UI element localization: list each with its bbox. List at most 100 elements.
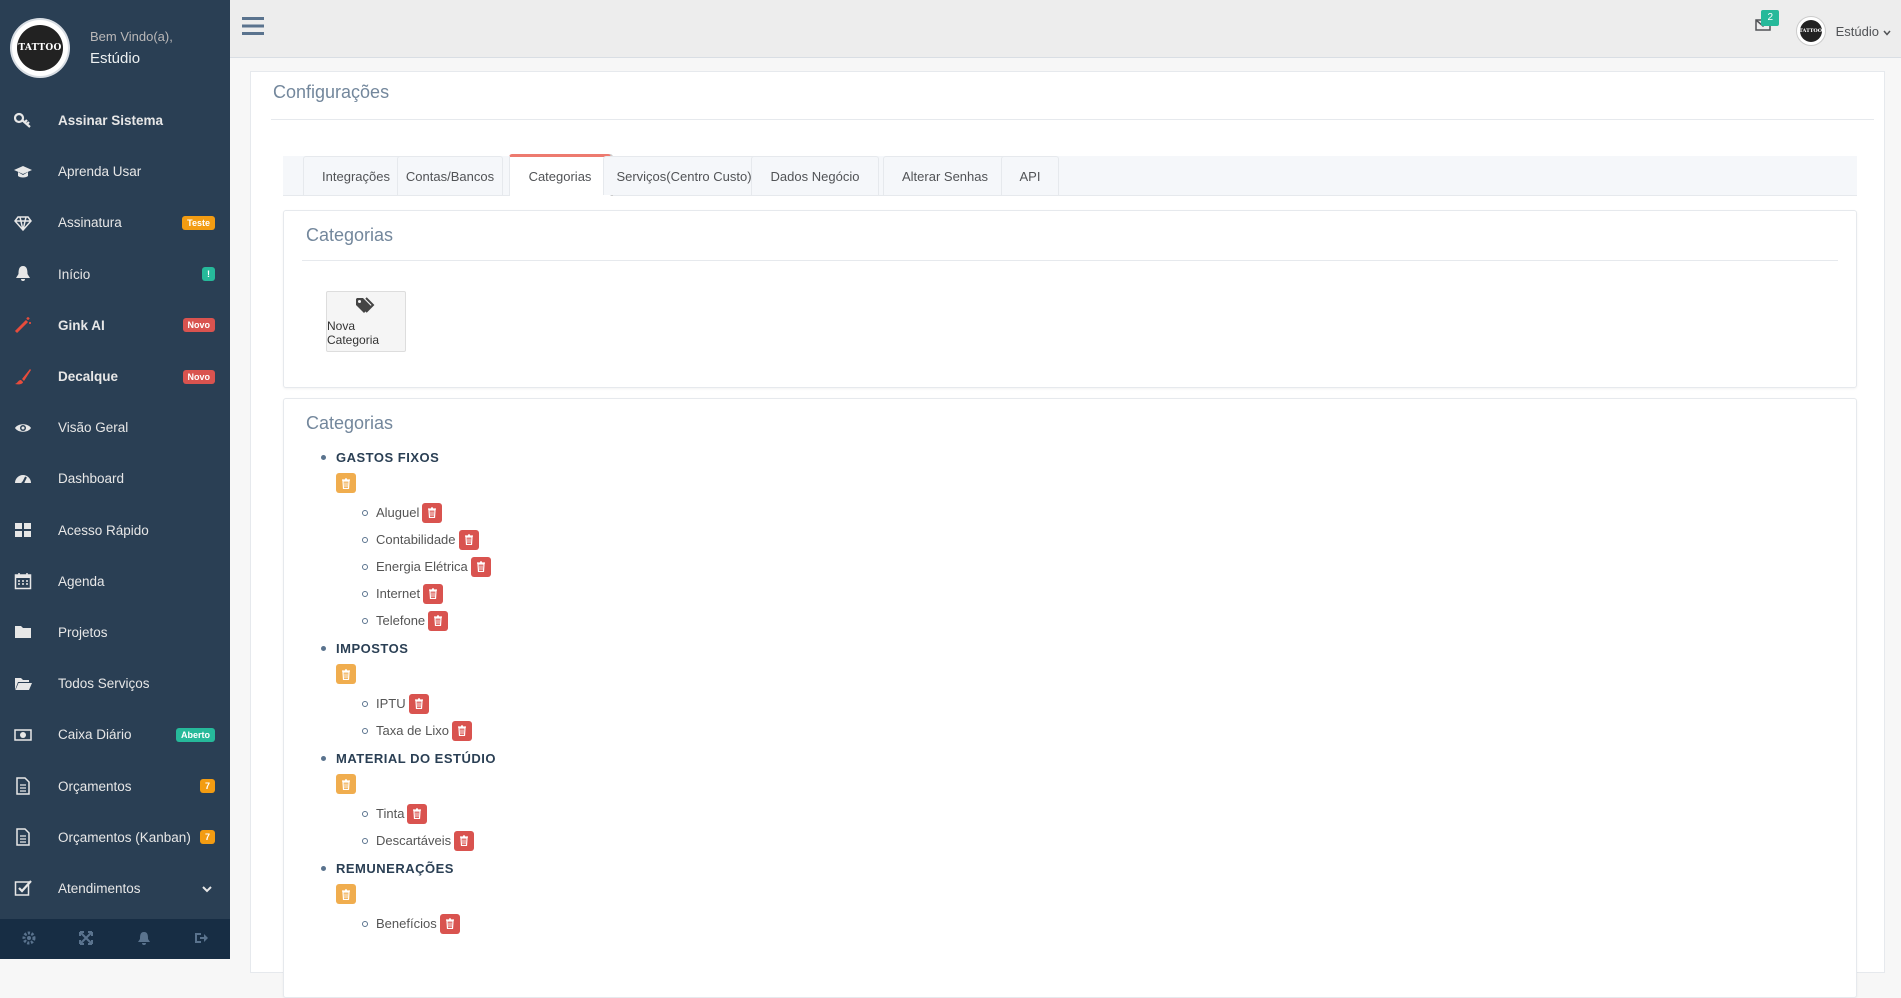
- trash-icon: [476, 561, 486, 572]
- sidebar-item-label: Projetos: [58, 624, 108, 640]
- sidebar-item-dashboard[interactable]: Dashboard: [0, 453, 230, 504]
- sidebar-item-gink-ai[interactable]: Gink AI Novo: [0, 300, 230, 351]
- sidebar-item-atendimentos[interactable]: Atendimentos: [0, 863, 230, 914]
- sidebar-item-assinatura[interactable]: Assinatura Teste: [0, 197, 230, 248]
- sidebar-item-caixa-diario[interactable]: Caixa Diário Aberto: [0, 709, 230, 760]
- trash-icon: [445, 918, 455, 929]
- bell-icon[interactable]: [136, 930, 152, 949]
- gear-icon[interactable]: [21, 930, 37, 949]
- diamond-icon: [14, 214, 44, 232]
- delete-subcategory-button[interactable]: [452, 720, 472, 741]
- delete-subcategory-button[interactable]: [408, 693, 429, 714]
- trash-icon: [341, 888, 351, 900]
- tab-alterar-senhas[interactable]: Alterar Senhas: [883, 156, 1007, 195]
- tags-icon: [356, 296, 375, 313]
- delete-category-button[interactable]: [336, 664, 356, 684]
- sidebar-item-agenda[interactable]: Agenda: [0, 556, 230, 607]
- fullscreen-icon[interactable]: [78, 930, 94, 949]
- menu-toggle-icon[interactable]: [242, 16, 264, 39]
- key-icon: [14, 112, 44, 130]
- category-group: GASTOS FIXOS Aluguel Contabilidade Energia …: [312, 449, 496, 634]
- sidebar-item-aprenda-usar[interactable]: Aprenda Usar: [0, 146, 230, 197]
- eye-icon: [14, 419, 44, 437]
- delete-subcategory-button[interactable]: [422, 502, 443, 523]
- trash-icon: [464, 534, 474, 545]
- file-text-icon: [14, 828, 44, 846]
- list-item: Contabilidade: [346, 526, 496, 553]
- logout-icon[interactable]: [193, 930, 209, 949]
- file-text-icon: [14, 777, 44, 795]
- subcategory-name: Telefone: [376, 613, 426, 628]
- trash-icon: [341, 477, 351, 489]
- sidebar-item-inicio[interactable]: Início!: [0, 249, 230, 300]
- subcategory-list: Aluguel Contabilidade Energia Elétrica Inte…: [346, 499, 496, 634]
- avatar: TATTOO: [1795, 16, 1826, 46]
- status-badge: 7: [199, 830, 215, 845]
- divider: [302, 260, 1838, 261]
- subcategory-name: Energia Elétrica: [376, 559, 468, 574]
- sidebar-item-acesso-rapido[interactable]: Acesso Rápido: [0, 505, 230, 556]
- delete-category-button[interactable]: [336, 884, 356, 904]
- delete-subcategory-button[interactable]: [407, 803, 428, 824]
- divider: [271, 119, 1874, 120]
- trash-icon: [433, 615, 443, 626]
- sidebar-item-label: Assinar Sistema: [58, 113, 164, 129]
- check-square-icon: [14, 879, 44, 897]
- sidebar-item-visao-geral[interactable]: Visão Geral: [0, 402, 230, 453]
- delete-subcategory-button[interactable]: [470, 556, 491, 577]
- delete-subcategory-button[interactable]: [454, 830, 475, 851]
- settings-tabs: Integrações Contas/Bancos Categorias Serviç…: [283, 154, 1857, 196]
- tab-servicos-centro-custo[interactable]: Serviços(Centro Custo): [603, 156, 765, 195]
- trash-icon: [428, 588, 438, 599]
- delete-subcategory-button[interactable]: [458, 529, 479, 550]
- delete-category-button[interactable]: [336, 774, 356, 794]
- welcome-greeting: Bem Vindo(a),: [90, 28, 173, 44]
- subcategory-name: Contabilidade: [376, 532, 456, 547]
- category-group: MATERIAL DO ESTÚDIO Tinta Descartáveis: [312, 750, 496, 854]
- delete-subcategory-button[interactable]: [428, 610, 449, 631]
- delete-subcategory-button[interactable]: [439, 913, 460, 934]
- user-dropdown[interactable]: TATTOO Estúdio: [1795, 16, 1891, 46]
- trash-icon: [459, 835, 469, 846]
- status-badge: Aberto: [176, 727, 215, 742]
- studio-logo[interactable]: TATTOO: [12, 19, 68, 76]
- delete-category-button[interactable]: [336, 473, 356, 493]
- sidebar-item-projetos[interactable]: Projetos: [0, 607, 230, 658]
- subcategory-name: Internet: [376, 586, 421, 601]
- sidebar-item-label: Orçamentos: [58, 778, 132, 794]
- status-badge: Novo: [182, 369, 215, 384]
- tab-contas-bancos[interactable]: Contas/Bancos: [397, 156, 503, 195]
- subcategory-name: Aluguel: [376, 505, 420, 520]
- sidebar-item-label: Aprenda Usar: [58, 164, 142, 180]
- tab-categorias[interactable]: Categorias: [509, 154, 611, 196]
- sidebar-item-label: Gink AI: [58, 317, 105, 333]
- list-item: Tinta: [346, 800, 496, 827]
- mail-count-badge: 2: [1761, 10, 1779, 26]
- trash-icon: [341, 778, 351, 790]
- list-item: Benefícios: [346, 910, 496, 937]
- tab-integracoes[interactable]: Integrações: [303, 156, 409, 195]
- dashboard-icon: [14, 470, 44, 488]
- trash-icon: [412, 808, 422, 819]
- new-category-button[interactable]: Nova Categoria: [326, 291, 406, 352]
- trash-icon: [427, 507, 437, 518]
- list-item: Aluguel: [346, 499, 496, 526]
- subcategory-list: Tinta Descartáveis: [346, 800, 496, 854]
- sidebar-item-assinar-sistema[interactable]: Assinar Sistema: [0, 95, 230, 146]
- tab-dados-negocio[interactable]: Dados Negócio: [751, 156, 879, 195]
- settings-panel: Configurações Integrações Contas/Bancos Ca…: [250, 71, 1885, 998]
- category-name: GASTOS FIXOS: [336, 450, 440, 465]
- sidebar-item-label: Decalque: [58, 369, 119, 385]
- delete-subcategory-button[interactable]: [423, 583, 444, 604]
- list-item: Descartáveis: [346, 827, 496, 854]
- tab-api[interactable]: API: [1001, 156, 1059, 195]
- status-badge: !: [202, 267, 215, 282]
- welcome-user: Estúdio: [90, 49, 141, 67]
- sidebar-item-decalque[interactable]: Decalque Novo: [0, 351, 230, 402]
- welcome-text: Bem Vindo(a), Estúdio: [90, 26, 173, 70]
- sidebar-item-orcamentos[interactable]: Orçamentos 7: [0, 760, 230, 811]
- category-name: IMPOSTOS: [336, 641, 409, 656]
- sidebar-item-orcamentos-kanban[interactable]: Orçamentos (Kanban) 7: [0, 812, 230, 863]
- sidebar-item-todos-servicos[interactable]: Todos Serviços: [0, 658, 230, 709]
- top-navbar: 2 TATTOO Estúdio: [230, 0, 1901, 58]
